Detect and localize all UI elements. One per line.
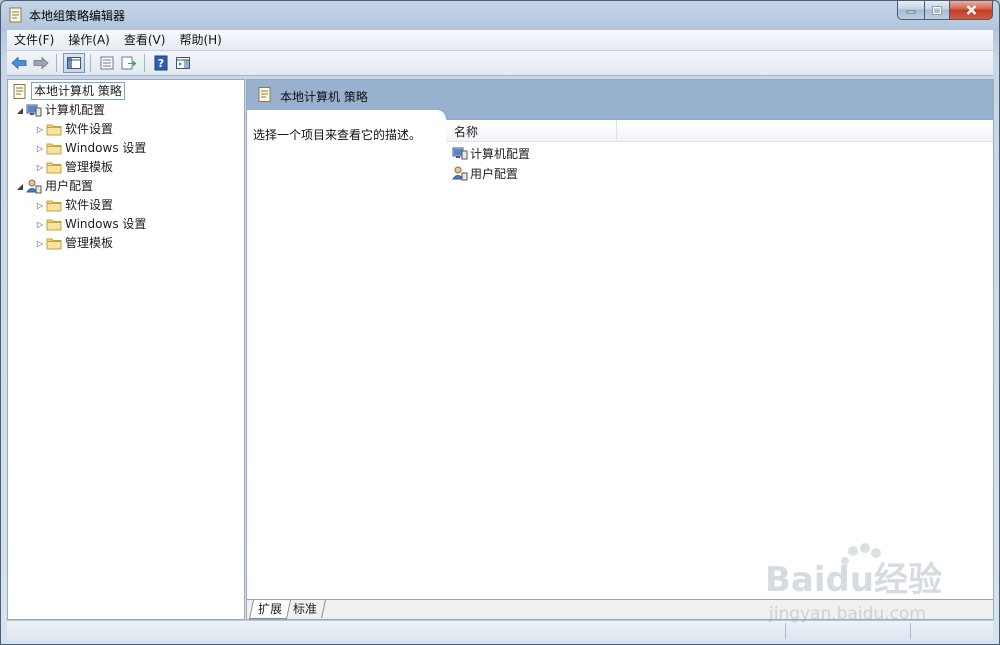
tab-standard[interactable]: 标准 <box>285 600 326 618</box>
list-item-computer-config[interactable]: 计算机配置 <box>452 144 530 162</box>
menu-view[interactable]: 查看(V) <box>117 30 173 50</box>
forward-button[interactable] <box>31 53 51 73</box>
tree-item-admin-templates[interactable]: ▷ 管理模板 <box>34 158 113 176</box>
watermark-url: jingyan.baidu.com <box>768 604 926 624</box>
watermark-brand: Baidu经验 <box>765 560 942 600</box>
tree-item-user-software-settings[interactable]: ▷ 软件设置 <box>34 196 113 214</box>
details-pane: 本地计算机 策略 选择一个项目来查看它的描述。 名称 计算机配置 用户配置 扩展… <box>246 79 994 620</box>
expand-arrow-icon[interactable]: ▷ <box>34 144 46 153</box>
list-item-label: 用户配置 <box>470 166 519 181</box>
properties-button[interactable] <box>97 53 117 73</box>
expand-arrow-icon[interactable]: ▷ <box>34 163 46 172</box>
tab-label: 扩展 <box>258 602 283 616</box>
tree-item-software-settings[interactable]: ▷ 软件设置 <box>34 120 113 138</box>
tree-item-label: 软件设置 <box>65 198 114 212</box>
tab-label: 标准 <box>293 602 318 616</box>
collapse-arrow-icon[interactable]: ◢ <box>14 106 26 115</box>
collapse-arrow-icon[interactable]: ◢ <box>14 182 26 191</box>
tree-item-computer-config[interactable]: ◢ 计算机配置 <box>14 101 105 119</box>
title-bar[interactable]: 本地组策略编辑器 <box>1 1 999 28</box>
maximize-icon <box>932 5 942 15</box>
list-item-label: 计算机配置 <box>470 146 531 161</box>
tree-item-label: Windows 设置 <box>65 141 147 155</box>
toolbar: ? <box>7 51 993 76</box>
console-tree: 本地计算机 策略 ◢ 计算机配置 ▷ 软件设置 ▷ Windows 设置 ▷ 管… <box>7 79 245 620</box>
list-item-user-config[interactable]: 用户配置 <box>452 164 518 182</box>
folder-icon <box>46 140 62 156</box>
window-title: 本地组策略编辑器 <box>29 9 126 23</box>
svg-text:?: ? <box>158 57 164 70</box>
close-icon <box>966 5 976 15</box>
computer-config-icon <box>452 145 468 161</box>
export-list-icon <box>121 56 137 70</box>
folder-icon <box>46 235 62 251</box>
details-header: 本地计算机 策略 <box>247 80 993 110</box>
tree-item-user-admin-templates[interactable]: ▷ 管理模板 <box>34 234 113 252</box>
expand-arrow-icon[interactable]: ▷ <box>34 125 46 134</box>
folder-icon <box>46 159 62 175</box>
user-config-icon <box>26 178 42 194</box>
show-hide-action-pane-button[interactable] <box>173 53 193 73</box>
folder-icon <box>46 121 62 137</box>
tree-item-label: 用户配置 <box>45 179 94 193</box>
window-controls <box>897 1 993 20</box>
menu-action[interactable]: 操作(A) <box>61 30 117 50</box>
main-window: 本地组策略编辑器 文件(F) 操作(A) 查看(V) 帮助(H) ? 本地计算机… <box>0 0 1000 645</box>
tree-item-windows-settings[interactable]: ▷ Windows 设置 <box>34 139 146 157</box>
policy-document-icon <box>258 87 271 102</box>
tree-item-label: 本地计算机 策略 <box>31 82 125 100</box>
tree-item-user-windows-settings[interactable]: ▷ Windows 设置 <box>34 215 146 233</box>
tree-item-label: 管理模板 <box>65 160 114 174</box>
expand-arrow-icon[interactable]: ▷ <box>34 220 46 229</box>
minimize-icon <box>906 10 916 14</box>
policy-document-icon <box>12 83 28 99</box>
help-button[interactable]: ? <box>151 53 171 73</box>
toolbar-separator <box>144 54 145 72</box>
menu-bar: 文件(F) 操作(A) 查看(V) 帮助(H) <box>7 30 993 51</box>
header-tab-curve <box>439 110 993 120</box>
tree-item-local-computer-policy[interactable]: 本地计算机 策略 <box>12 82 125 100</box>
action-pane-icon <box>176 57 190 69</box>
user-config-icon <box>452 165 468 181</box>
baidu-watermark: Baidu经验 jingyan.baidu.com <box>765 543 942 624</box>
folder-icon <box>46 197 62 213</box>
forward-arrow-icon <box>33 56 49 70</box>
back-button[interactable] <box>9 53 29 73</box>
column-header-label: 名称 <box>454 125 479 139</box>
details-list: 名称 计算机配置 用户配置 <box>446 120 993 600</box>
computer-config-icon <box>26 102 42 118</box>
show-hide-console-tree-button[interactable] <box>63 53 85 73</box>
menu-file[interactable]: 文件(F) <box>7 30 61 50</box>
toolbar-separator <box>56 54 57 72</box>
column-header-name[interactable]: 名称 <box>446 120 617 141</box>
tree-item-label: 管理模板 <box>65 236 114 250</box>
expand-arrow-icon[interactable]: ▷ <box>34 239 46 248</box>
close-button[interactable] <box>950 1 993 20</box>
column-header-row: 名称 <box>446 120 993 142</box>
menu-help[interactable]: 帮助(H) <box>172 30 228 50</box>
folder-icon <box>46 216 62 232</box>
back-arrow-icon <box>11 56 27 70</box>
help-icon: ? <box>154 55 168 71</box>
tree-item-label: 计算机配置 <box>45 103 106 117</box>
item-description: 选择一个项目来查看它的描述。 <box>253 128 422 142</box>
tree-item-label: 软件设置 <box>65 122 114 136</box>
export-list-button[interactable] <box>119 53 139 73</box>
details-header-title: 本地计算机 策略 <box>280 90 368 104</box>
toolbar-separator <box>90 54 91 72</box>
properties-icon <box>100 56 114 70</box>
tree-item-user-config[interactable]: ◢ 用户配置 <box>14 177 93 195</box>
minimize-button[interactable] <box>897 1 925 20</box>
console-tree-icon <box>67 57 81 69</box>
maximize-button[interactable] <box>925 1 950 20</box>
policy-document-icon <box>9 7 22 23</box>
expand-arrow-icon[interactable]: ▷ <box>34 201 46 210</box>
tree-item-label: Windows 设置 <box>65 217 147 231</box>
